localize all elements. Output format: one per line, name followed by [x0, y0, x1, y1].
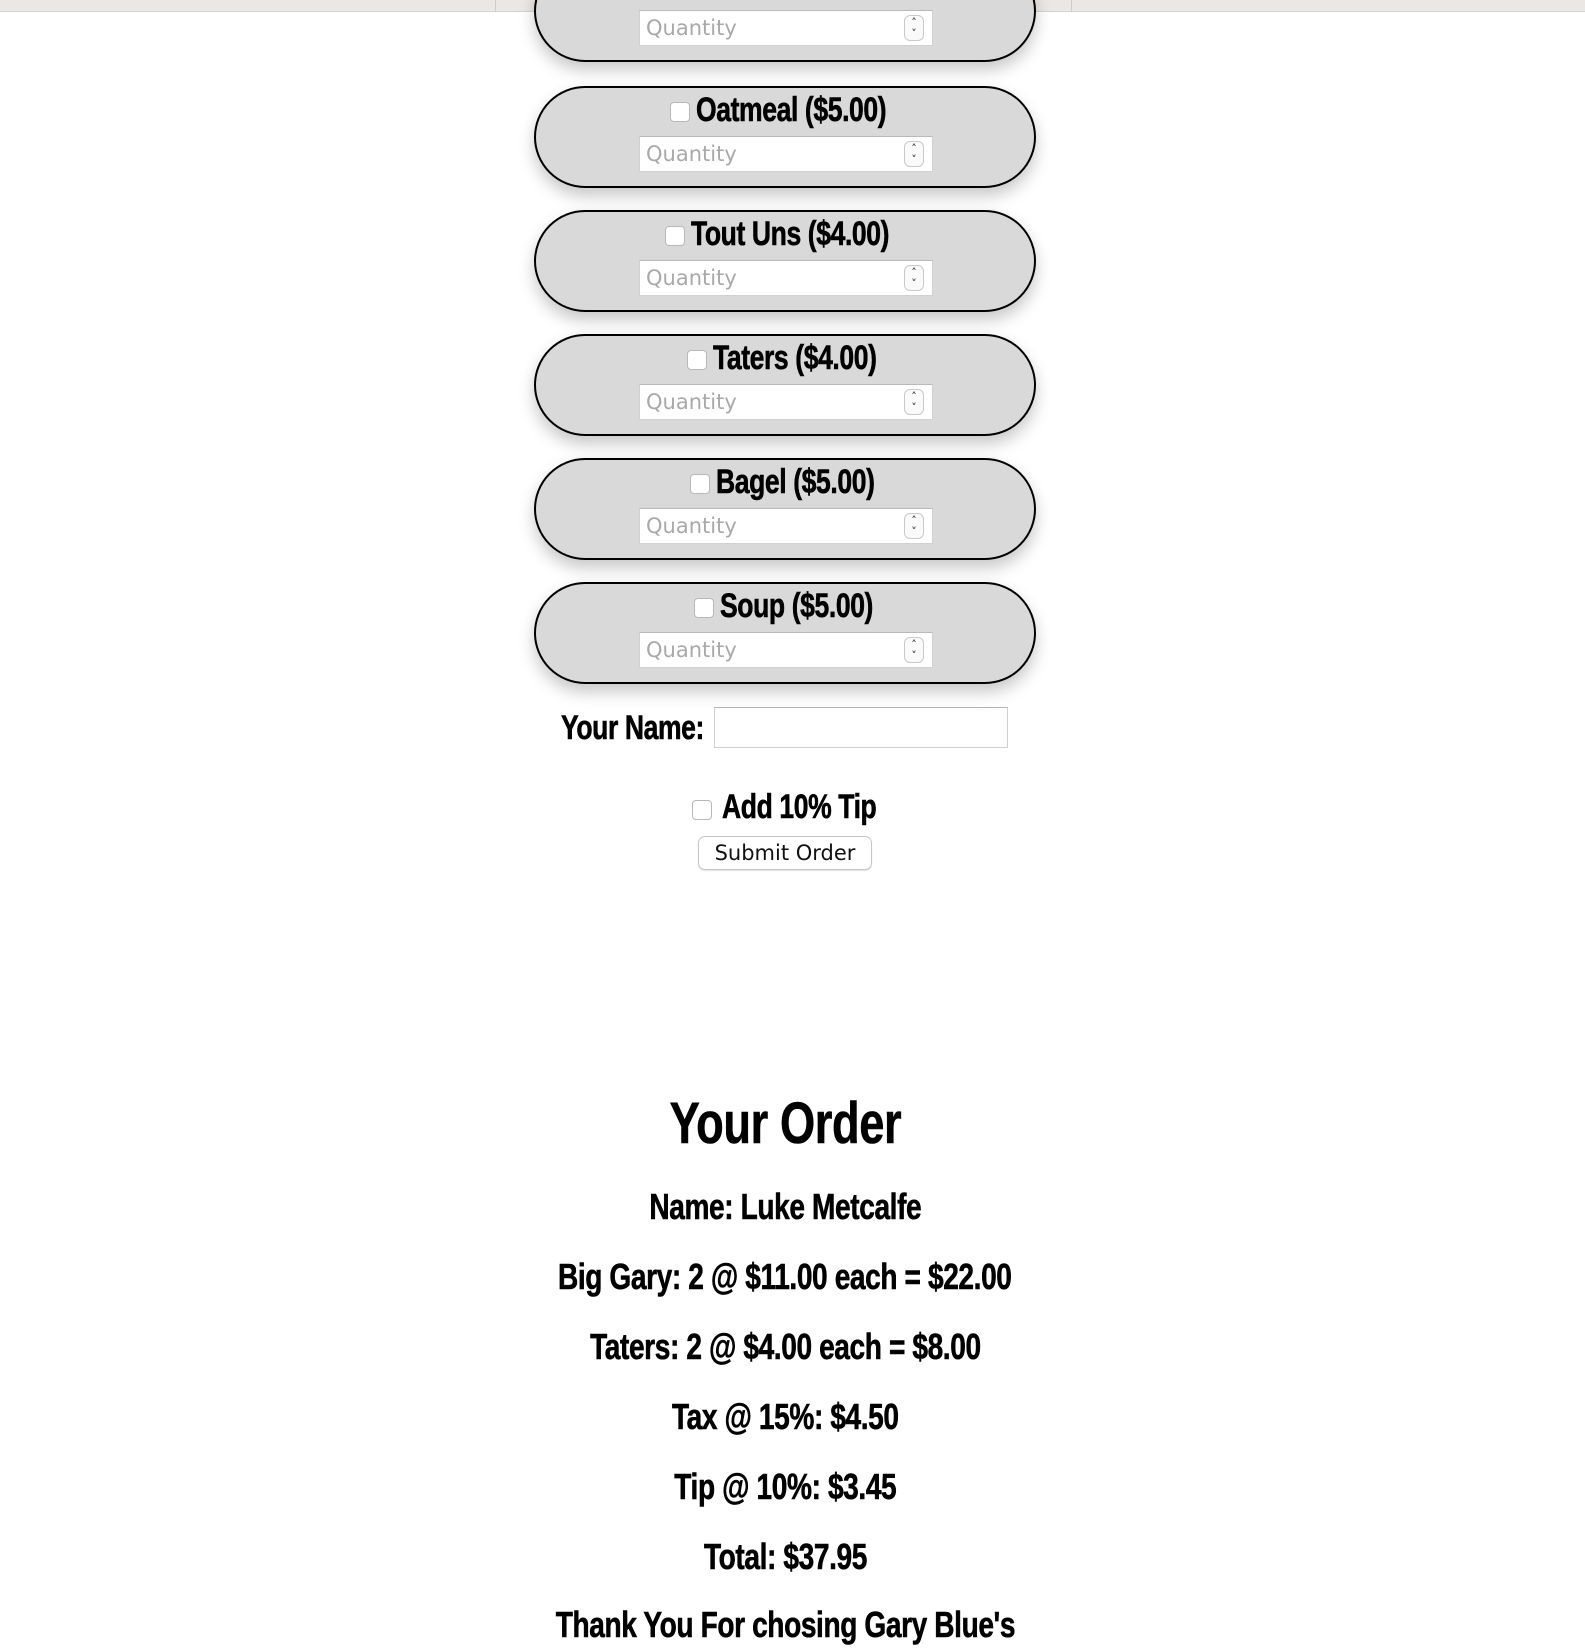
submit-order-button[interactable]: Submit Order [698, 836, 872, 870]
stepper-down-icon[interactable]: ˅ [905, 28, 923, 39]
quantity-stepper[interactable]: ˄ ˅ [904, 389, 924, 415]
quantity-stepper[interactable]: ˄ ˅ [904, 141, 924, 167]
quantity-field[interactable]: ˄ ˅ [639, 632, 933, 668]
order-title-row: Your Order [0, 1090, 1570, 1157]
tip-label: Add 10% Tip [722, 787, 877, 826]
item-label-taters: Taters ($4.00) [713, 338, 877, 377]
order-item-line: Taters: 2 @ $4.00 each = $8.00 [589, 1326, 981, 1368]
quantity-input[interactable] [640, 11, 890, 45]
quantity-field[interactable]: ˄ ˅ [639, 136, 933, 172]
quantity-input-tout-uns[interactable] [640, 261, 890, 295]
stepper-down-icon[interactable]: ˅ [905, 526, 923, 537]
stepper-down-icon[interactable]: ˅ [905, 154, 923, 165]
order-tip-line: Tip @ 10%: $3.45 [674, 1466, 897, 1508]
tip-checkbox[interactable] [692, 800, 712, 820]
top-bar-divider [495, 0, 496, 12]
quantity-field[interactable]: ˄ ˅ [639, 10, 933, 46]
stepper-down-icon[interactable]: ˅ [905, 278, 923, 289]
order-total-row: Total: $37.95 [0, 1536, 1570, 1578]
order-tax-row: Tax @ 15%: $4.50 [0, 1396, 1570, 1438]
order-item-row: Taters: 2 @ $4.00 each = $8.00 [0, 1326, 1570, 1368]
quantity-stepper[interactable]: ˄ ˅ [904, 637, 924, 663]
stepper-down-icon[interactable]: ˅ [905, 402, 923, 413]
order-item-line: Big Gary: 2 @ $11.00 each = $22.00 [558, 1256, 1012, 1298]
quantity-input-taters[interactable] [640, 385, 890, 419]
quantity-stepper[interactable]: ˄ ˅ [904, 15, 924, 41]
menu-item-card-bagel: Bagel ($5.00) ˄ ˅ [534, 458, 1036, 560]
name-row: Your Name: [561, 706, 718, 750]
order-name-row: Name: Luke Metcalfe [0, 1186, 1570, 1228]
order-title: Your Order [669, 1091, 901, 1157]
order-tip-row: Tip @ 10%: $3.45 [0, 1466, 1570, 1508]
item-label-soup: Soup ($5.00) [719, 586, 874, 625]
order-name-line: Name: Luke Metcalfe [649, 1186, 922, 1228]
stepper-down-icon[interactable]: ˅ [905, 650, 923, 661]
menu-item-card-oatmeal: Oatmeal ($5.00) ˄ ˅ [534, 86, 1036, 188]
name-input[interactable] [714, 707, 1008, 748]
order-item-row: Big Gary: 2 @ $11.00 each = $22.00 [0, 1256, 1570, 1298]
quantity-input-soup[interactable] [640, 633, 890, 667]
item-checkbox-soup[interactable] [693, 598, 714, 618]
order-total-line: Total: $37.95 [703, 1536, 867, 1578]
tip-row: Add 10% Tip [692, 786, 920, 828]
item-checkbox-bagel[interactable] [690, 474, 711, 494]
item-label-oatmeal: Oatmeal ($5.00) [696, 90, 887, 129]
item-checkbox-tout-uns[interactable] [665, 226, 686, 246]
order-thanks-line: Thank You For chosing Gary Blue's [555, 1604, 1015, 1646]
name-label: Your Name: [561, 708, 705, 747]
menu-item-card: ˄ ˅ [534, 0, 1036, 62]
quantity-field[interactable]: ˄ ˅ [639, 384, 933, 420]
menu-item-card-soup: Soup ($5.00) ˄ ˅ [534, 582, 1036, 684]
item-checkbox-oatmeal[interactable] [670, 102, 691, 122]
quantity-stepper[interactable]: ˄ ˅ [904, 265, 924, 291]
quantity-stepper[interactable]: ˄ ˅ [904, 513, 924, 539]
order-tax-line: Tax @ 15%: $4.50 [671, 1396, 899, 1438]
menu-item-card-taters: Taters ($4.00) ˄ ˅ [534, 334, 1036, 436]
quantity-input-oatmeal[interactable] [640, 137, 890, 171]
quantity-field[interactable]: ˄ ˅ [639, 260, 933, 296]
menu-item-card-tout-uns: Tout Uns ($4.00) ˄ ˅ [534, 210, 1036, 312]
item-checkbox-taters[interactable] [687, 350, 708, 370]
order-thanks-row: Thank You For chosing Gary Blue's [0, 1604, 1570, 1646]
item-label-tout-uns: Tout Uns ($4.00) [691, 214, 890, 253]
item-label-bagel: Bagel ($5.00) [716, 462, 875, 501]
quantity-input-bagel[interactable] [640, 509, 890, 543]
quantity-field[interactable]: ˄ ˅ [639, 508, 933, 544]
top-bar-divider [1071, 0, 1072, 12]
